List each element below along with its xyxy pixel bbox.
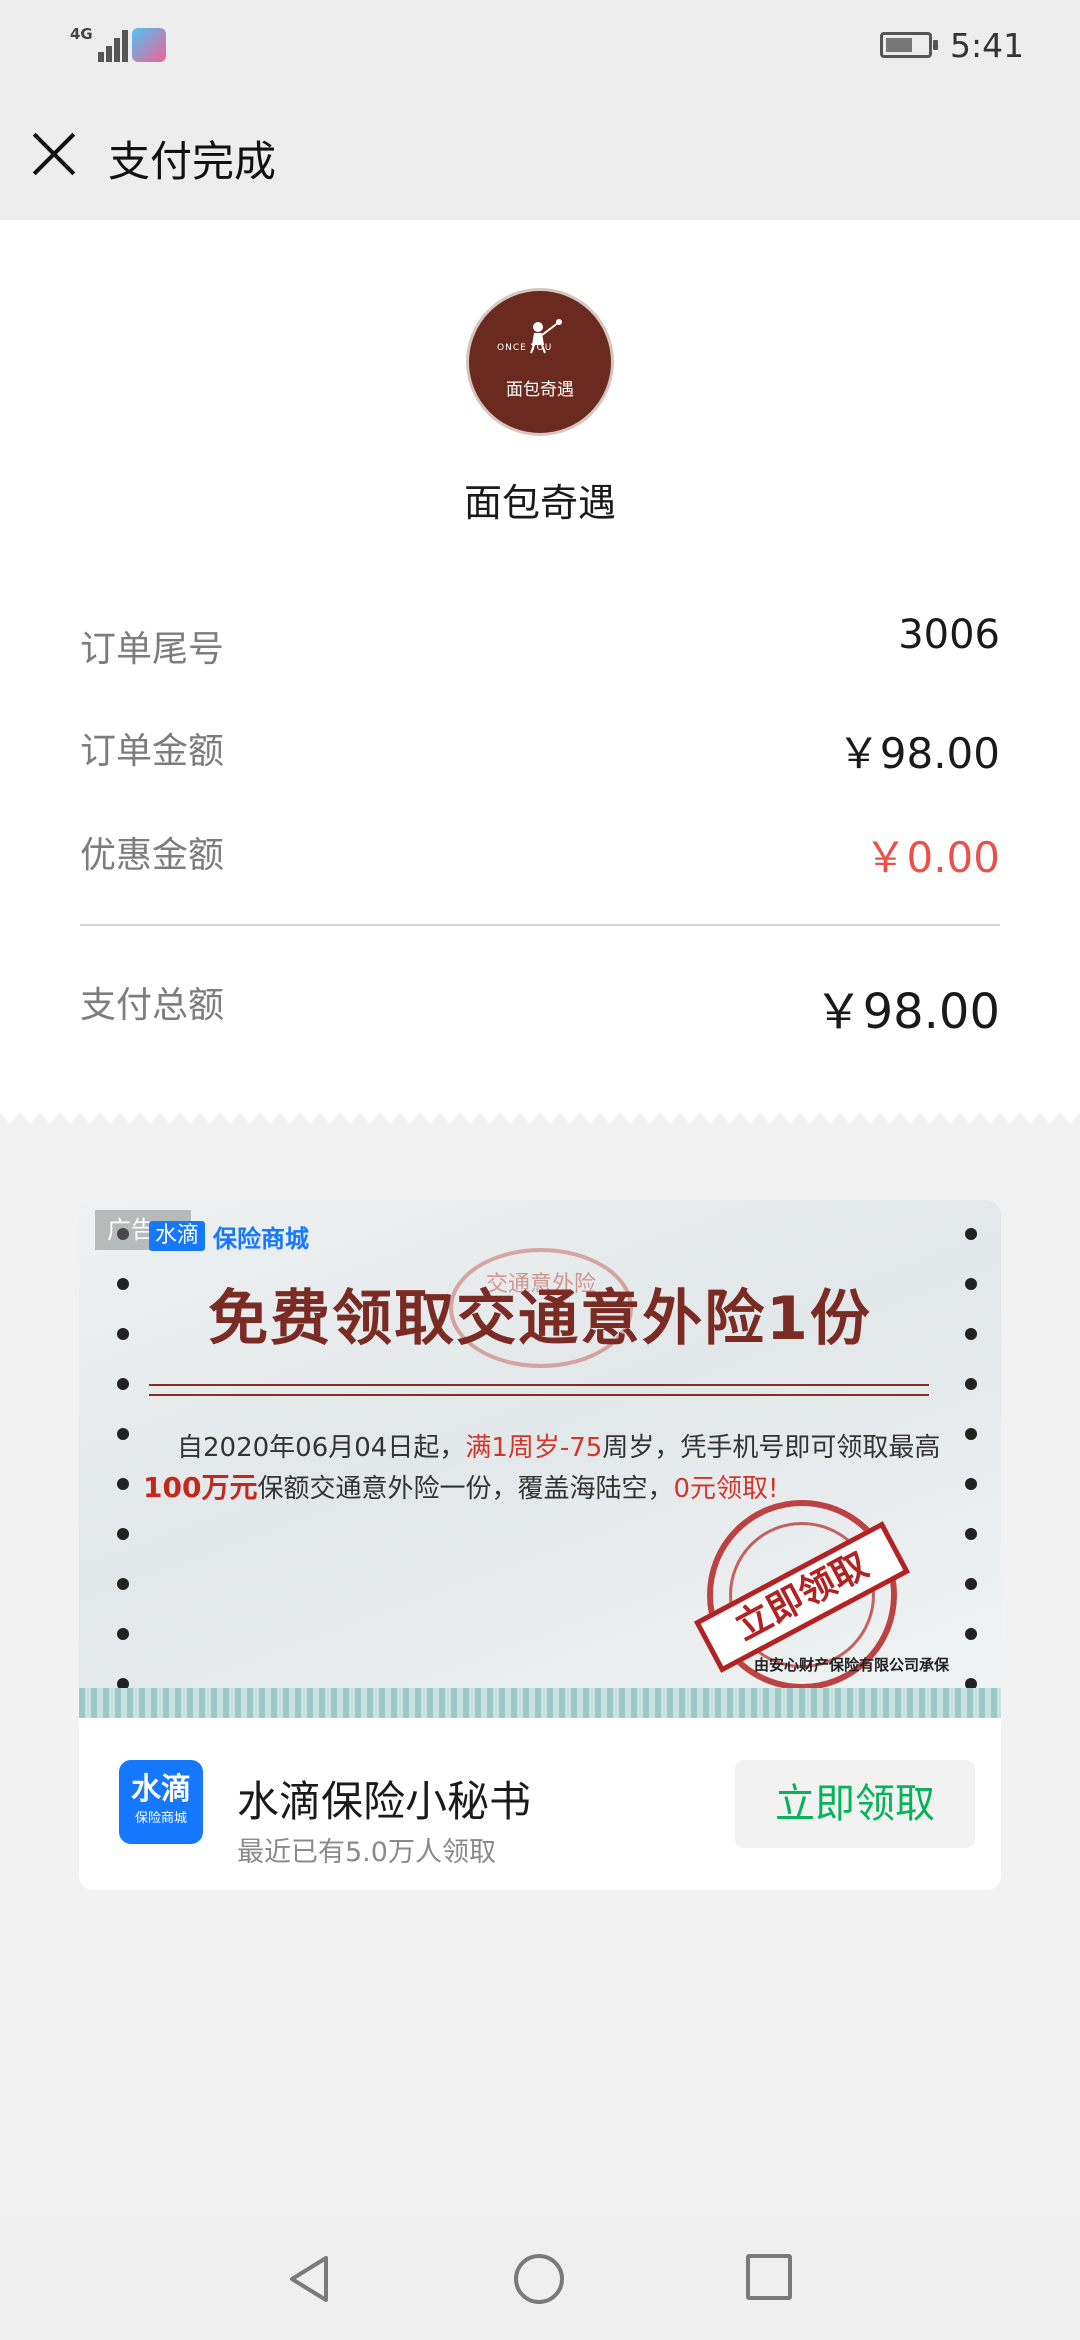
battery-icon xyxy=(880,32,938,58)
ad-description-line1: 自2020年06月04日起，满1周岁-75周岁，凭手机号即可领取最高 xyxy=(139,1428,959,1468)
order-amount-value: ￥98.00 xyxy=(837,729,1000,778)
merchant-name: 面包奇遇 xyxy=(463,481,616,525)
brand-mall-text: 保险商城 xyxy=(213,1224,310,1253)
order-number-label: 订单尾号 xyxy=(80,629,225,670)
app-name: 水滴保险小秘书 xyxy=(237,1777,532,1826)
clock: 5:41 xyxy=(950,26,1025,65)
signal-bar xyxy=(122,30,128,62)
signal-bar xyxy=(106,46,112,62)
ad-headline: 免费领取交通意外险1份 xyxy=(208,1284,872,1354)
system-nav-bar xyxy=(0,2216,1080,2340)
desc-text: 保额交通意外险一份，覆盖海陆空， xyxy=(257,1474,674,1504)
ad-banner-image[interactable]: 交通意外险 广告 水滴 保险商城 免费领取交通意外险1份 自2020年06月04… xyxy=(79,1200,1001,1718)
ticket-dot xyxy=(965,1378,977,1390)
ticket-dot xyxy=(117,1628,129,1640)
top-bar: 支付完成 xyxy=(0,90,1080,220)
ticket-dot xyxy=(965,1478,977,1490)
page-title: 支付完成 xyxy=(108,137,277,186)
network-type: 4G xyxy=(70,25,93,43)
logo-small-text: ONCE YOU xyxy=(497,343,553,353)
back-nav-icon[interactable] xyxy=(286,2254,332,2304)
ad-brand: 水滴 保险商城 xyxy=(149,1220,310,1253)
ad-card[interactable]: 交通意外险 广告 水滴 保险商城 免费领取交通意外险1份 自2020年06月04… xyxy=(79,1200,1001,1890)
ticket-dot xyxy=(965,1428,977,1440)
ticket-dot xyxy=(117,1428,129,1440)
signal-bar xyxy=(114,38,120,62)
ticket-dot xyxy=(117,1528,129,1540)
order-amount-label: 订单金额 xyxy=(80,731,225,772)
divider xyxy=(80,924,1000,926)
home-nav-icon[interactable] xyxy=(514,2254,564,2304)
signal-icon: 4G xyxy=(70,26,128,62)
app-subtitle: 最近已有5.0万人领取 xyxy=(237,1837,496,1868)
total-value: ￥98.00 xyxy=(814,984,1000,1040)
ad-description-line2: 100万元保额交通意外险一份，覆盖海陆空，0元领取! xyxy=(143,1468,963,1509)
merchant-logo: ONCE YOU 面包奇遇 xyxy=(466,288,614,436)
desc-highlight: 0元领取! xyxy=(673,1474,779,1504)
brand-logo: 水滴 xyxy=(149,1221,206,1251)
close-icon[interactable] xyxy=(32,132,76,176)
receipt-card: ONCE YOU 面包奇遇 面包奇遇 订单尾号 3006 订单金额 ￥98.00… xyxy=(0,220,1080,1110)
rule-line xyxy=(149,1384,929,1386)
notification-app-icon xyxy=(132,28,166,62)
desc-text: 周岁，凭手机号即可领取最高 xyxy=(602,1433,941,1463)
ticket-dot xyxy=(117,1578,129,1590)
torn-edge xyxy=(79,1688,1001,1718)
desc-highlight: 满1周岁-75 xyxy=(465,1433,603,1463)
logo-text: 面包奇遇 xyxy=(506,380,574,400)
app-logo-main: 水滴 xyxy=(131,1772,191,1807)
ticket-dot xyxy=(965,1228,977,1240)
recents-nav-icon[interactable] xyxy=(746,2254,792,2300)
app-logo: 水滴 保险商城 xyxy=(119,1760,203,1844)
claim-button[interactable]: 立即领取 xyxy=(735,1760,975,1848)
desc-amount: 100万元 xyxy=(143,1471,258,1504)
discount-value: ￥0.00 xyxy=(864,833,1000,882)
desc-text: 自2020年06月04日起， xyxy=(177,1433,466,1463)
receipt-zigzag-edge xyxy=(0,1100,1080,1124)
rule-line xyxy=(149,1394,929,1396)
discount-label: 优惠金额 xyxy=(80,835,225,876)
ticket-dot xyxy=(117,1478,129,1490)
order-number-value: 3006 xyxy=(898,612,1000,658)
signal-bar xyxy=(98,52,104,62)
ticket-dot xyxy=(117,1378,129,1390)
app-logo-sub: 保险商城 xyxy=(134,1811,187,1826)
insurer-note: 由安心财产保险有限公司承保 xyxy=(753,1656,949,1674)
ticket-dot xyxy=(965,1628,977,1640)
status-bar: 4G 5:41 xyxy=(0,0,1080,90)
ticket-dot xyxy=(965,1528,977,1540)
total-label: 支付总额 xyxy=(80,985,225,1026)
ticket-dot xyxy=(965,1578,977,1590)
